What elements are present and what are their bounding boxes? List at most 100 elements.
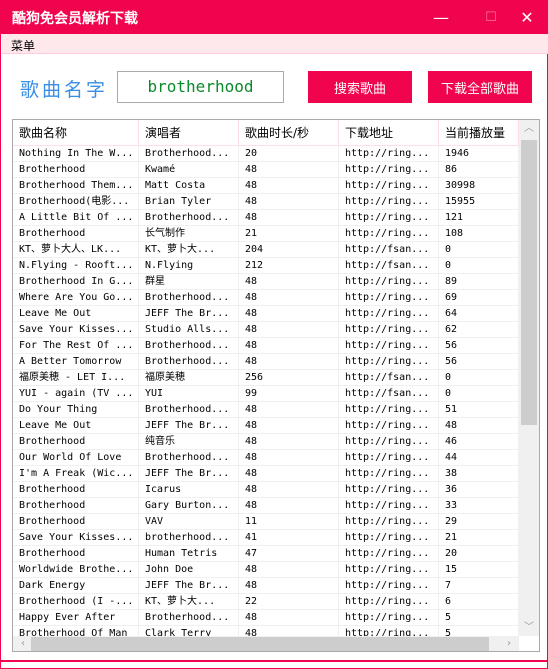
cell-singer: Brotherhood...: [139, 210, 239, 225]
cell-song-name: Where Are You Go...: [13, 290, 139, 305]
cell-singer: N.Flying: [139, 258, 239, 273]
cell-download-url: http://ring...: [339, 290, 439, 305]
cell-song-name: KT、萝卜大人、LK...: [13, 242, 139, 257]
cell-duration: 48: [239, 178, 339, 193]
cell-singer: Brotherhood...: [139, 354, 239, 369]
cell-duration: 48: [239, 306, 339, 321]
cell-singer: KT、萝卜大...: [139, 594, 239, 609]
horizontal-scroll-thumb[interactable]: [31, 637, 489, 651]
cell-singer: John Doe: [139, 562, 239, 577]
table-row[interactable]: Happy Ever After Brotherhood... 48 http://r…: [13, 610, 519, 626]
table-row[interactable]: Brotherhood Gary Burton... 48 http://ring..…: [13, 498, 519, 514]
cell-duration: 48: [239, 274, 339, 289]
table-row[interactable]: Worldwide Brothe... John Doe 48 http://ring…: [13, 562, 519, 578]
cell-song-name: A Better Tomorrow: [13, 354, 139, 369]
cell-singer: JEFF The Br...: [139, 306, 239, 321]
cell-play-count: 33: [439, 498, 519, 513]
cell-download-url: http://ring...: [339, 594, 439, 609]
table-row[interactable]: 福原美穂 - LET I... 福原美穂 256 http://fsan... 0: [13, 370, 519, 386]
cell-download-url: http://ring...: [339, 178, 439, 193]
cell-duration: 48: [239, 210, 339, 225]
cell-singer: VAV: [139, 514, 239, 529]
cell-singer: Brotherhood...: [139, 146, 239, 161]
cell-play-count: 5: [439, 610, 519, 625]
cell-duration: 48: [239, 338, 339, 353]
cell-play-count: 0: [439, 370, 519, 385]
column-header-plays[interactable]: 当前播放量: [439, 120, 519, 146]
cell-play-count: 64: [439, 306, 519, 321]
download-all-button[interactable]: 下载全部歌曲: [428, 71, 532, 103]
table-row[interactable]: Brotherhood VAV 11 http://ring... 29: [13, 514, 519, 530]
table-row[interactable]: KT、萝卜大人、LK... KT、萝卜大... 204 http://fsan... 0: [13, 242, 519, 258]
cell-singer: 长气制作: [139, 226, 239, 241]
table-row[interactable]: Save Your Kisses... brotherhood... 41 http:…: [13, 530, 519, 546]
vertical-scroll-thumb[interactable]: [521, 140, 537, 425]
cell-duration: 48: [239, 354, 339, 369]
title-bar: 酷狗免会员解析下载 — ☐ ✕: [1, 0, 548, 34]
table-row[interactable]: YUI - again (TV ... YUI 99 http://fsan... 0: [13, 386, 519, 402]
table-row[interactable]: N.Flying - Rooft... N.Flying 212 http://fsa…: [13, 258, 519, 274]
table-row[interactable]: Brotherhood(电影... Brian Tyler 48 http://rin…: [13, 194, 519, 210]
minimize-button[interactable]: —: [421, 0, 461, 34]
scroll-up-icon[interactable]: ︿: [519, 120, 539, 137]
cell-song-name: Leave Me Out: [13, 306, 139, 321]
table-row[interactable]: Brotherhood Kwamé 48 http://ring... 86: [13, 162, 519, 178]
table-row[interactable]: Brotherhood Them... Matt Costa 48 http://ri…: [13, 178, 519, 194]
horizontal-scrollbar[interactable]: ‹ ›: [13, 636, 519, 651]
scroll-left-icon[interactable]: ‹: [13, 636, 33, 651]
song-name-label: 歌曲名字: [20, 79, 109, 101]
cell-singer: JEFF The Br...: [139, 578, 239, 593]
column-header-url[interactable]: 下载地址: [339, 120, 439, 146]
table-row[interactable]: A Better Tomorrow Brotherhood... 48 http://…: [13, 354, 519, 370]
table-row[interactable]: Nothing In The W... Brotherhood... 20 http:…: [13, 146, 519, 162]
menu-bar: 菜单: [2, 34, 548, 54]
cell-song-name: A Little Bit Of ...: [13, 210, 139, 225]
table-row[interactable]: Brotherhood In G... 群星 48 http://ring... 89: [13, 274, 519, 290]
table-row[interactable]: Brotherhood 长气制作 21 http://ring... 108: [13, 226, 519, 242]
close-button[interactable]: ✕: [507, 0, 547, 34]
song-name-input[interactable]: brotherhood: [117, 71, 284, 103]
cell-play-count: 56: [439, 354, 519, 369]
table-row[interactable]: Leave Me Out JEFF The Br... 48 http://ring.…: [13, 418, 519, 434]
table-row[interactable]: Brotherhood Human Tetris 47 http://ring... 2…: [13, 546, 519, 562]
column-header-name[interactable]: 歌曲名称: [13, 120, 139, 146]
scroll-down-icon[interactable]: ﹀: [519, 619, 539, 636]
table-row[interactable]: Dark Energy JEFF The Br... 48 http://ring..…: [13, 578, 519, 594]
table-row[interactable]: Our World Of Love Brotherhood... 48 http://…: [13, 450, 519, 466]
cell-song-name: Brotherhood: [13, 434, 139, 449]
cell-song-name: Brotherhood Them...: [13, 178, 139, 193]
table-row[interactable]: A Little Bit Of ... Brotherhood... 48 http:…: [13, 210, 519, 226]
cell-singer: Icarus: [139, 482, 239, 497]
vertical-scrollbar[interactable]: ︿ ﹀: [519, 120, 539, 636]
column-header-duration[interactable]: 歌曲时长/秒: [239, 120, 339, 146]
cell-duration: 48: [239, 434, 339, 449]
table-row[interactable]: Brotherhood 纯音乐 48 http://ring... 46: [13, 434, 519, 450]
scroll-right-icon[interactable]: ›: [499, 636, 519, 651]
cell-singer: 群星: [139, 274, 239, 289]
table-row[interactable]: Brotherhood Icarus 48 http://ring... 36: [13, 482, 519, 498]
table-row[interactable]: Save Your Kisses... Studio Alls... 48 http:…: [13, 322, 519, 338]
menu-item[interactable]: 菜单: [11, 37, 35, 54]
table-row[interactable]: Where Are You Go... Brotherhood... 48 http:…: [13, 290, 519, 306]
cell-singer: Brotherhood...: [139, 450, 239, 465]
cell-singer: Studio Alls...: [139, 322, 239, 337]
cell-download-url: http://ring...: [339, 274, 439, 289]
table-row[interactable]: For The Rest Of ... Brotherhood... 48 http:…: [13, 338, 519, 354]
table-row[interactable]: Leave Me Out JEFF The Br... 48 http://ring.…: [13, 306, 519, 322]
table-row[interactable]: Do Your Thing Brotherhood... 48 http://ring…: [13, 402, 519, 418]
column-header-singer[interactable]: 演唱者: [139, 120, 239, 146]
table-row[interactable]: Brotherhood (I -... KT、萝卜大... 22 http://rin…: [13, 594, 519, 610]
cell-play-count: 36: [439, 482, 519, 497]
cell-song-name: Nothing In The W...: [13, 146, 139, 161]
cell-download-url: http://ring...: [339, 146, 439, 161]
maximize-button[interactable]: ☐: [471, 0, 511, 34]
cell-song-name: YUI - again (TV ...: [13, 386, 139, 401]
search-button[interactable]: 搜索歌曲: [308, 71, 412, 103]
cell-singer: YUI: [139, 386, 239, 401]
cell-singer: JEFF The Br...: [139, 466, 239, 481]
table-row[interactable]: I'm A Freak (Wic... JEFF The Br... 48 http:…: [13, 466, 519, 482]
cell-duration: 48: [239, 610, 339, 625]
cell-duration: 256: [239, 370, 339, 385]
cell-play-count: 62: [439, 322, 519, 337]
cell-singer: JEFF The Br...: [139, 418, 239, 433]
